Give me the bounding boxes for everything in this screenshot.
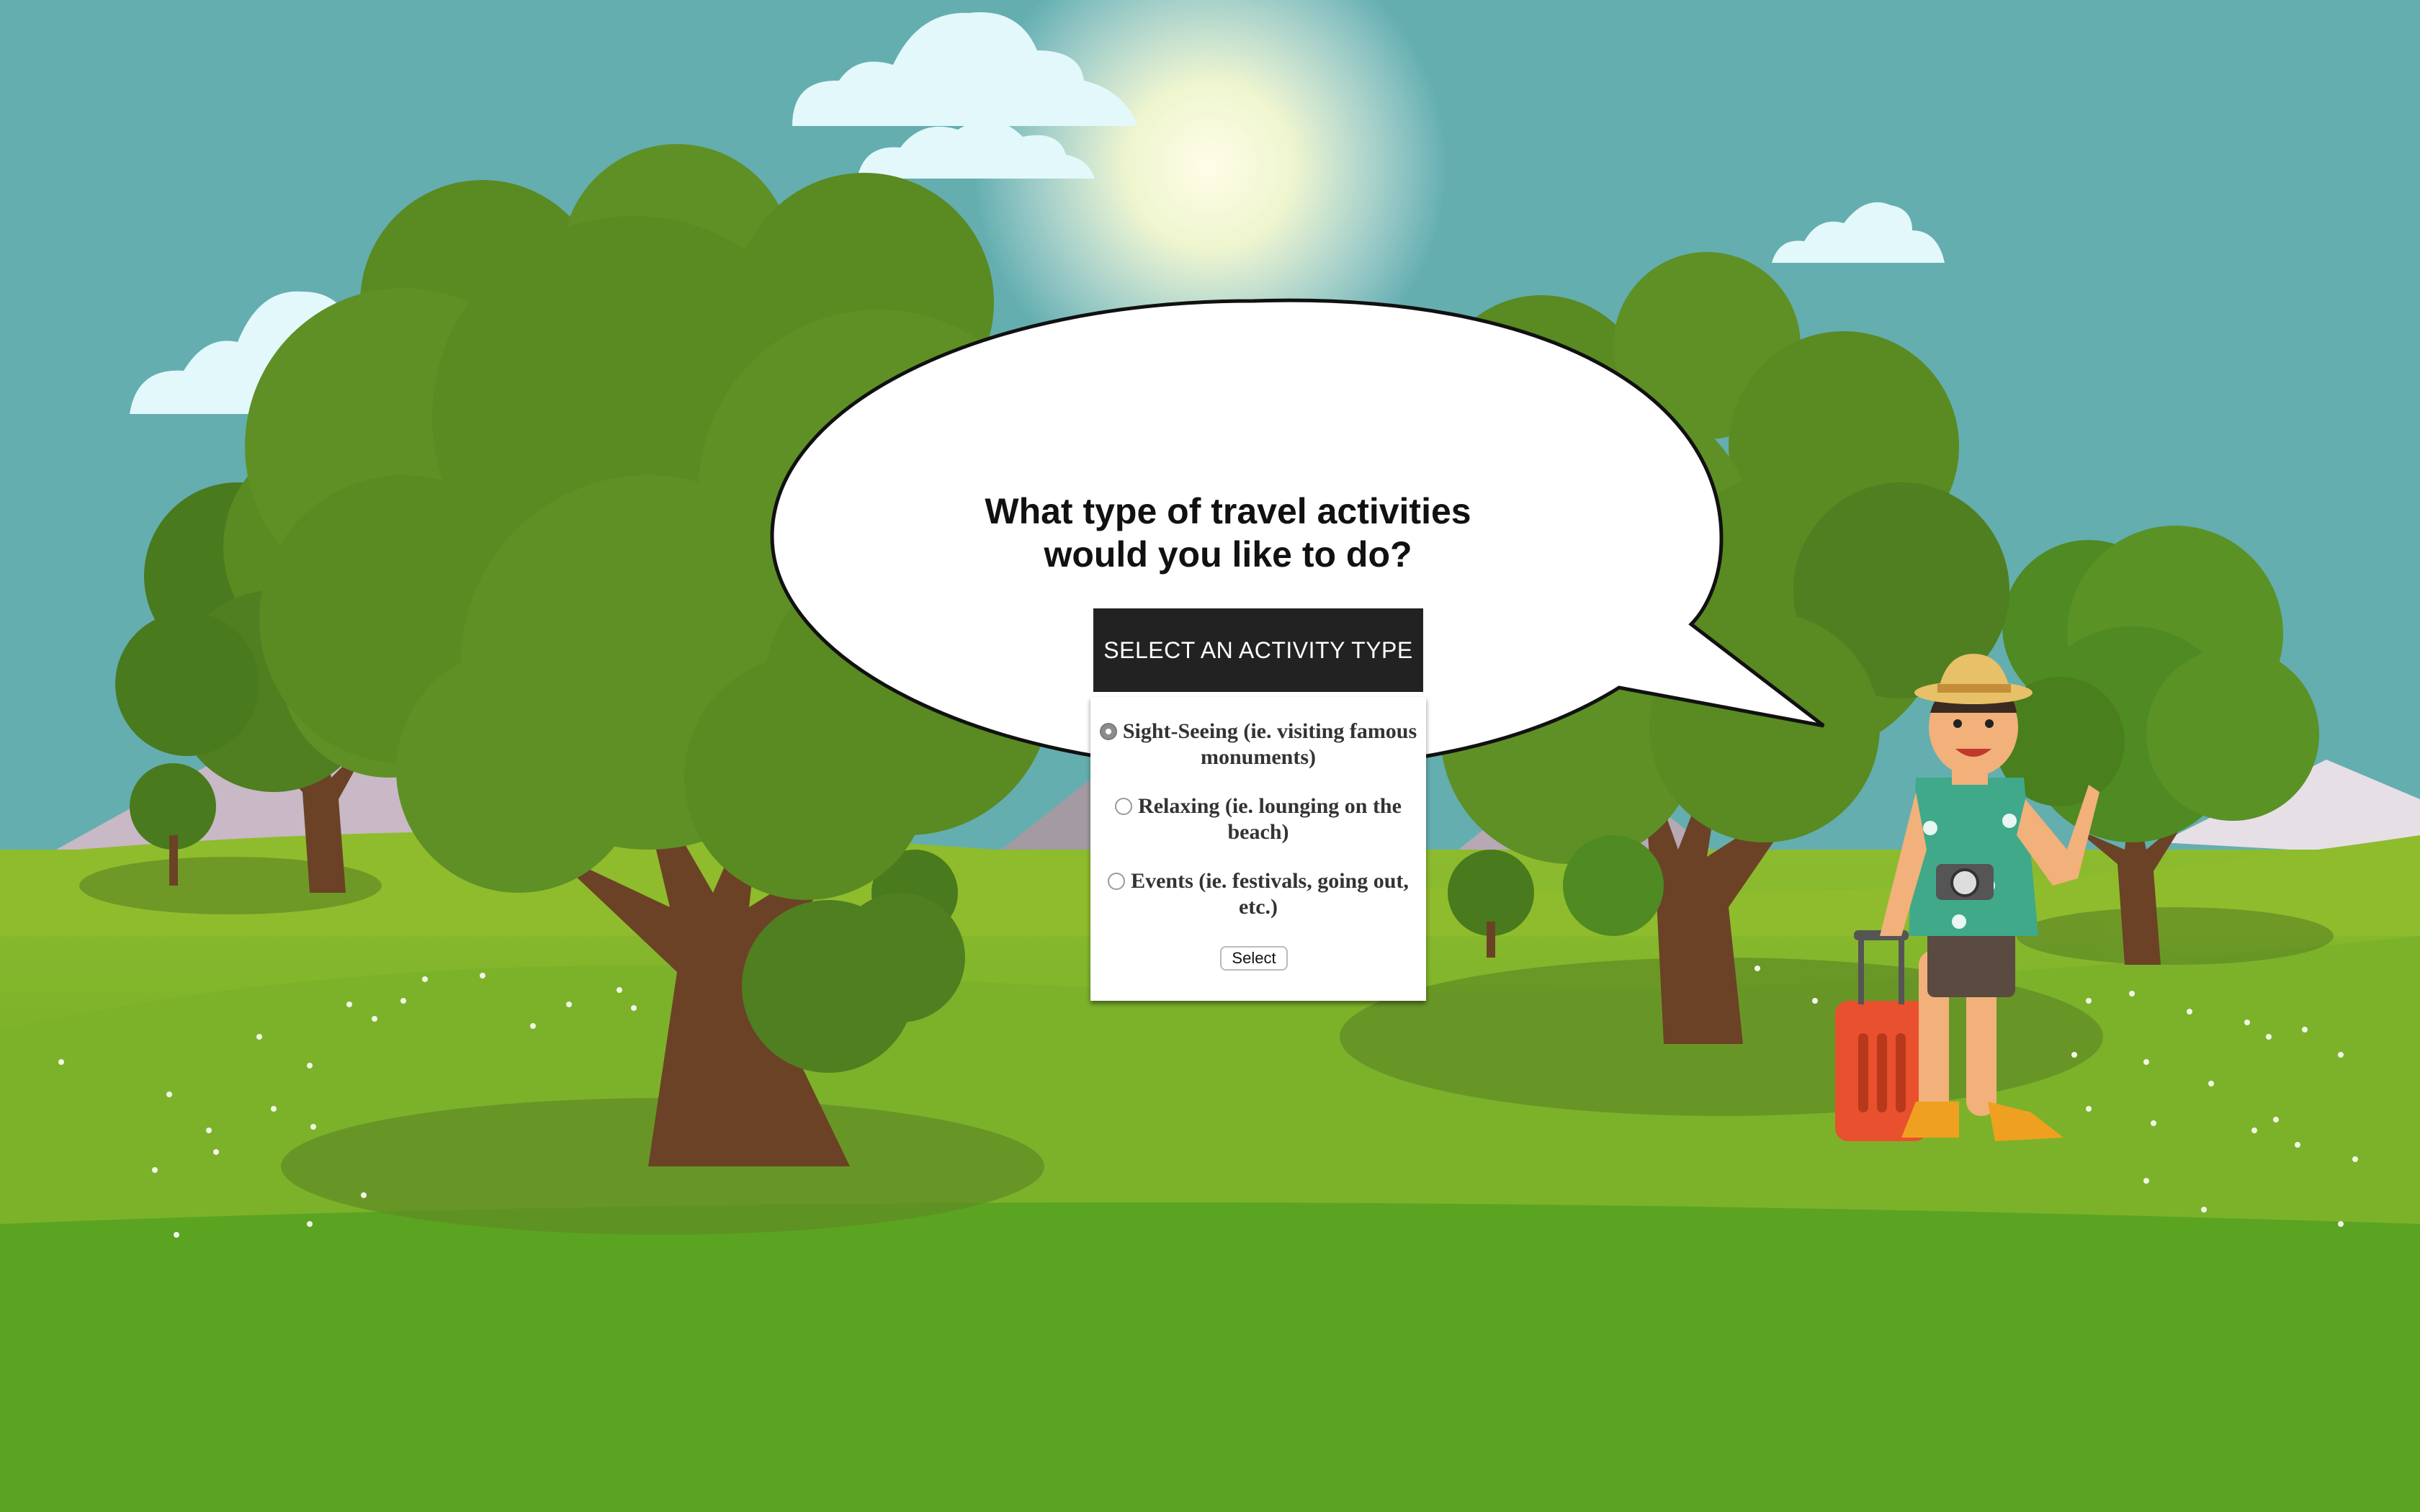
option-relaxing[interactable]: Relaxing (ie. lounging on the beach) bbox=[1098, 793, 1419, 845]
activity-options-panel: Sight-Seeing (ie. visiting famous monume… bbox=[1090, 697, 1426, 1001]
question-line-2: would you like to do? bbox=[1044, 534, 1412, 575]
radio-events[interactable] bbox=[1108, 873, 1126, 890]
radio-relaxing[interactable] bbox=[1115, 798, 1133, 815]
select-button[interactable]: Select bbox=[1220, 946, 1288, 971]
activity-panel-header: SELECT AN ACTIVITY TYPE bbox=[1093, 608, 1423, 692]
activity-question: What type of travel activities would you… bbox=[886, 490, 1570, 576]
option-events[interactable]: Events (ie. festivals, going out, etc.) bbox=[1098, 868, 1419, 920]
option-events-label: Events (ie. festivals, going out, etc.) bbox=[1131, 869, 1409, 919]
radio-sight-seeing[interactable] bbox=[1099, 723, 1117, 740]
option-relaxing-label: Relaxing (ie. lounging on the beach) bbox=[1138, 794, 1402, 844]
option-sight-seeing-label: Sight-Seeing (ie. visiting famous monume… bbox=[1122, 719, 1417, 769]
option-sight-seeing[interactable]: Sight-Seeing (ie. visiting famous monume… bbox=[1098, 719, 1419, 770]
question-line-1: What type of travel activities bbox=[985, 491, 1471, 531]
